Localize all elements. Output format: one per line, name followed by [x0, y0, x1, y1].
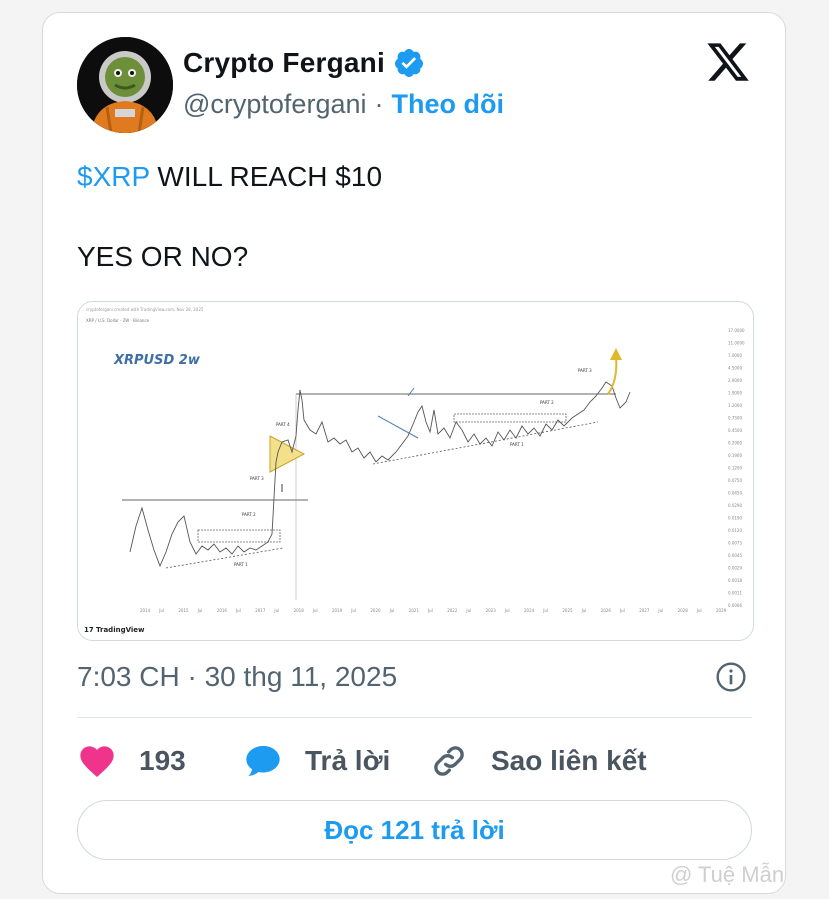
- author-name[interactable]: Crypto Fergani: [183, 47, 385, 79]
- x-tick-label: Jul: [158, 608, 164, 613]
- y-tick-label: 0.2900: [728, 441, 742, 446]
- x-tick-label: Jul: [465, 608, 471, 613]
- x-tick-label: Jul: [312, 608, 318, 613]
- avatar[interactable]: [77, 37, 173, 133]
- x-tick-label: Jul: [581, 608, 587, 613]
- x-tick-label: 2028: [678, 608, 689, 613]
- tweet-card: Crypto Fergani @cryptofergani · Theo dõi…: [42, 12, 786, 894]
- x-tick-label: Jul: [427, 608, 433, 613]
- part-label-4a: PART 4: [276, 422, 290, 427]
- tweet-text-line-1: $XRP WILL REACH $10: [77, 161, 382, 193]
- y-tick-label: 0.0120: [728, 528, 742, 533]
- chart-title: XRPUSD 2w: [113, 353, 201, 368]
- x-tick-label: 2026: [601, 608, 612, 613]
- tweet-timestamp[interactable]: 7:03 CH · 30 thg 11, 2025: [77, 661, 397, 693]
- y-tick-label: 0.0045: [728, 553, 742, 558]
- y-tick-label: 0.0006: [728, 603, 742, 608]
- chart-image: cryptofergani created with TradingView.c…: [78, 302, 753, 640]
- y-tick-label: 0.0190: [728, 516, 742, 521]
- x-tick-label: Jul: [273, 608, 279, 613]
- part-label-2b: PART 2: [540, 400, 554, 405]
- heart-icon: [80, 746, 114, 777]
- y-tick-label: 4.5000: [728, 366, 742, 371]
- divider: [77, 717, 752, 718]
- y-tick-label: 0.1200: [728, 466, 742, 471]
- astronaut-avatar-image: [77, 37, 173, 133]
- x-tick-label: 2020: [370, 608, 381, 613]
- info-icon[interactable]: [715, 661, 747, 693]
- watermark: @ Tuệ Mẫn: [670, 862, 784, 888]
- svg-text:XRP / U.S. Dollar · 2W · Binan: XRP / U.S. Dollar · 2W · Binance: [86, 318, 150, 323]
- tweet-text-rest: WILL REACH $10: [149, 161, 383, 192]
- x-tick-label: 2018: [294, 608, 305, 613]
- x-tick-label: 2024: [524, 608, 535, 613]
- x-tick-label: Jul: [350, 608, 356, 613]
- tweet-text-line-2: YES OR NO?: [77, 241, 249, 272]
- x-tick-label: 2023: [486, 608, 497, 613]
- x-tick-label: Jul: [235, 608, 241, 613]
- reply-label: Trả lời: [305, 745, 391, 776]
- y-tick-label: 0.4500: [728, 428, 742, 433]
- read-replies-button[interactable]: Đọc 121 trả lời: [77, 800, 752, 860]
- watermark-text: @ Tuệ Mẫn: [670, 862, 785, 887]
- y-tick-label: 0.0075: [728, 541, 742, 546]
- svg-text:cryptofergani created with Tra: cryptofergani created with TradingView.c…: [86, 307, 204, 312]
- y-tick-label: 0.0018: [728, 578, 742, 583]
- verified-badge-icon: [394, 49, 423, 77]
- x-tick-label: 2021: [409, 608, 420, 613]
- part-label-3b: PART 3: [578, 368, 592, 373]
- y-tick-label: 0.0290: [728, 503, 742, 508]
- reply-button[interactable]: Trả lời: [243, 737, 390, 785]
- y-tick-label: 2.9000: [728, 378, 742, 383]
- part-label-3a: PART 3: [250, 476, 264, 481]
- x-tick-label: 2015: [178, 608, 189, 613]
- cashtag-link[interactable]: $XRP: [77, 161, 150, 192]
- part-label-2a: PART 2: [242, 512, 256, 517]
- part-label-1b: PART 1: [510, 442, 524, 447]
- part-label-1a: PART 1: [234, 562, 248, 567]
- x-tick-label: 2017: [255, 608, 266, 613]
- x-tick-label: Jul: [542, 608, 548, 613]
- x-tick-label: 2029: [716, 608, 727, 613]
- y-tick-label: 0.1900: [728, 453, 742, 458]
- x-tick-label: 2027: [639, 608, 650, 613]
- tweet-media-chart[interactable]: cryptofergani created with TradingView.c…: [77, 301, 754, 641]
- y-tick-label: 0.0011: [728, 591, 742, 596]
- x-tick-label: 2016: [217, 608, 228, 613]
- like-button[interactable]: 193: [77, 737, 186, 785]
- y-tick-label: 17.0000: [728, 328, 745, 333]
- x-tick-label: 2022: [447, 608, 458, 613]
- reply-bubble-icon: [246, 745, 280, 776]
- x-logo-icon[interactable]: [705, 39, 751, 85]
- copy-link-button[interactable]: Sao liên kết: [429, 737, 647, 785]
- x-tick-label: 2019: [332, 608, 343, 613]
- x-tick-label: Jul: [696, 608, 702, 613]
- y-tick-label: 0.0450: [728, 491, 742, 496]
- x-tick-label: 2025: [562, 608, 573, 613]
- y-tick-label: 1.2000: [728, 403, 742, 408]
- tradingview-brand: TradingView: [96, 626, 145, 634]
- y-tick-label: 1.9000: [728, 391, 742, 396]
- x-tick-label: Jul: [504, 608, 510, 613]
- author-name-row: Crypto Fergani: [183, 47, 425, 79]
- author-handle[interactable]: @cryptofergani: [183, 89, 367, 120]
- y-tick-label: 11.0000: [728, 341, 745, 346]
- svg-text:𝟭𝟳: 𝟭𝟳: [84, 626, 94, 634]
- x-tick-label: Jul: [389, 608, 395, 613]
- x-tick-label: Jul: [197, 608, 203, 613]
- y-tick-label: 0.0750: [728, 478, 742, 483]
- y-tick-label: 7.0000: [728, 353, 742, 358]
- link-icon: [434, 746, 464, 776]
- copy-link-label: Sao liên kết: [491, 745, 647, 776]
- x-tick-label: 2014: [140, 608, 151, 613]
- follow-button[interactable]: Theo dõi: [392, 89, 504, 120]
- y-tick-label: 0.0029: [728, 566, 742, 571]
- x-tick-label: Jul: [657, 608, 663, 613]
- action-bar: 193 Trả lời Sao liên kết: [77, 737, 752, 785]
- separator-dot: ·: [374, 89, 384, 119]
- author-handle-row: @cryptofergani · Theo dõi: [183, 89, 504, 120]
- x-tick-label: Jul: [619, 608, 625, 613]
- like-count: 193: [139, 745, 186, 776]
- y-tick-label: 0.7500: [728, 416, 742, 421]
